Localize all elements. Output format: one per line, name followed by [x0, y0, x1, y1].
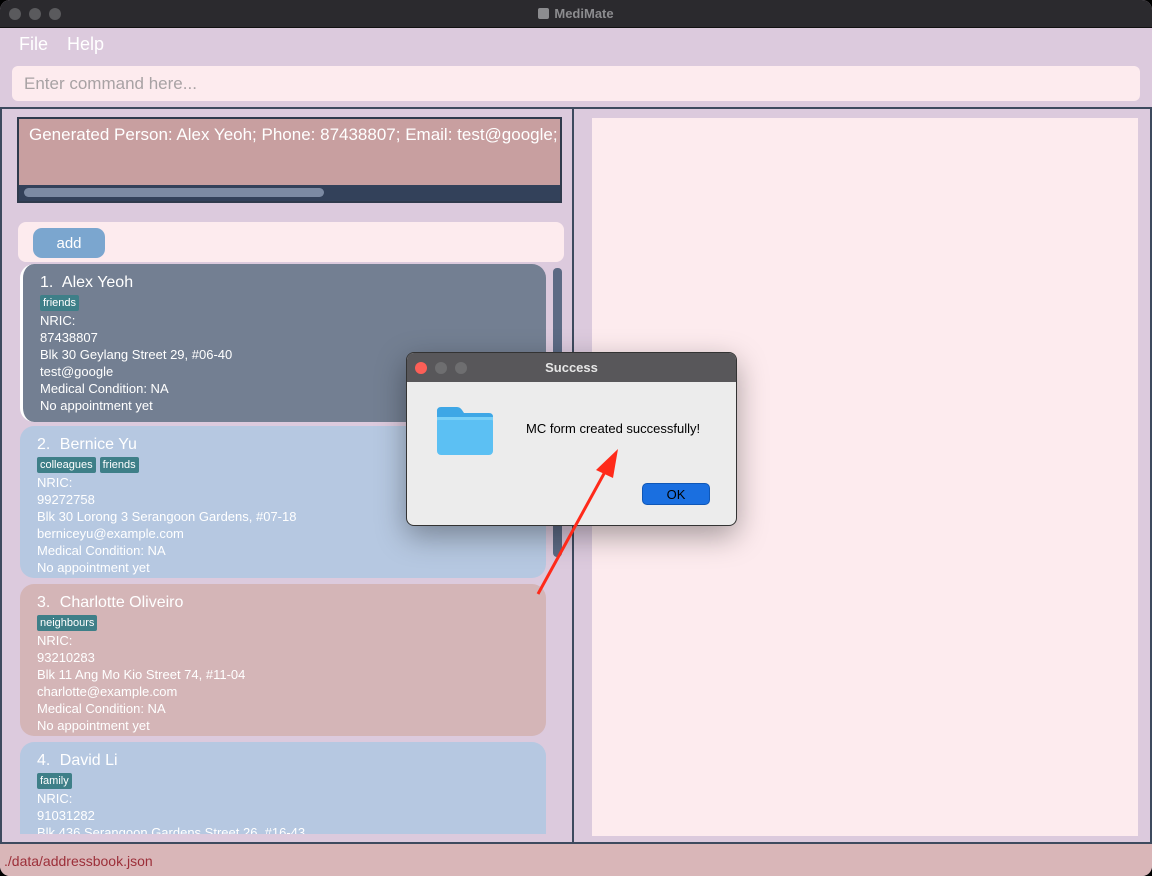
- menu-bar: File Help: [0, 28, 1152, 60]
- status-file-path: ./data/addressbook.json: [4, 853, 153, 869]
- tag-badge: friends: [40, 295, 80, 311]
- add-button[interactable]: add: [33, 228, 105, 258]
- person-index: 1.: [40, 274, 54, 291]
- person-name-text: Bernice Yu: [59, 436, 137, 453]
- tag-list: neighbours: [37, 615, 546, 631]
- person-nric: NRIC:: [37, 791, 73, 806]
- person-index: 3.: [37, 594, 51, 611]
- dialog-title-bar: Success: [407, 353, 736, 382]
- dialog-message: MC form created successfully!: [526, 421, 701, 436]
- person-phone: 87438807: [40, 330, 98, 345]
- app-window: MediMate File Help Generated Person: Ale…: [0, 0, 1152, 876]
- command-box: [12, 66, 1140, 101]
- ok-button-label: OK: [666, 486, 686, 502]
- result-scroll-thumb[interactable]: [24, 188, 324, 197]
- person-address: Blk 436 Serangoon Gardens Street 26, #16…: [37, 825, 306, 834]
- dialog-title: Success: [545, 360, 598, 375]
- person-email: charlotte@example.com: [37, 684, 178, 699]
- tag-badge: colleagues: [37, 457, 96, 473]
- command-input[interactable]: [12, 66, 1140, 101]
- window-title: MediMate: [0, 6, 1152, 21]
- person-card[interactable]: 3. Charlotte Oliveiro neighbours NRIC: 9321…: [20, 584, 546, 736]
- menu-help[interactable]: Help: [67, 34, 104, 55]
- person-name-text: David Li: [59, 752, 118, 769]
- menu-file[interactable]: File: [19, 34, 48, 55]
- person-index: 2.: [37, 436, 51, 453]
- ok-button[interactable]: OK: [642, 483, 710, 505]
- person-phone: 93210283: [37, 650, 95, 665]
- tag-badge: friends: [99, 457, 139, 473]
- tag-list: friends: [40, 295, 546, 311]
- person-address: Blk 11 Ang Mo Kio Street 74, #11-04: [37, 667, 246, 682]
- person-appointment: No appointment yet: [37, 718, 150, 733]
- person-nric: NRIC:: [40, 313, 76, 328]
- person-name-text: Alex Yeoh: [61, 274, 134, 291]
- person-name: 4. David Li: [37, 752, 546, 770]
- app-icon: [538, 8, 550, 19]
- result-text: Generated Person: Alex Yeoh; Phone: 8743…: [29, 125, 560, 144]
- result-display[interactable]: Generated Person: Alex Yeoh; Phone: 8743…: [17, 117, 562, 203]
- person-medical: Medical Condition: NA: [37, 701, 166, 716]
- person-nric: NRIC:: [37, 633, 73, 648]
- title-bar: MediMate: [0, 0, 1152, 28]
- tag-badge: neighbours: [37, 615, 98, 631]
- person-card[interactable]: 4. David Li family NRIC: 91031282 Blk 436 Se…: [20, 742, 546, 834]
- person-name: 3. Charlotte Oliveiro: [37, 594, 546, 612]
- window-title-text: MediMate: [554, 6, 614, 21]
- person-medical: Medical Condition: NA: [37, 543, 166, 558]
- tag-badge: family: [37, 773, 72, 789]
- status-bar: ./data/addressbook.json: [0, 844, 1152, 876]
- person-index: 4.: [37, 752, 51, 769]
- person-list: 1. Alex Yeoh friends NRIC: 87438807 Blk 30 G…: [18, 264, 566, 834]
- person-email: berniceyu@example.com: [37, 526, 184, 541]
- add-panel: add: [18, 222, 564, 262]
- person-phone: 91031282: [37, 808, 95, 823]
- tag-list: family: [37, 773, 546, 789]
- person-name: 1. Alex Yeoh: [40, 274, 546, 292]
- folder-icon: [437, 407, 493, 455]
- success-dialog: Success MC form created successfully! OK: [406, 352, 737, 526]
- person-appointment: No appointment yet: [37, 560, 150, 575]
- result-horizontal-scrollbar[interactable]: [19, 185, 560, 201]
- person-name-text: Charlotte Oliveiro: [59, 594, 184, 611]
